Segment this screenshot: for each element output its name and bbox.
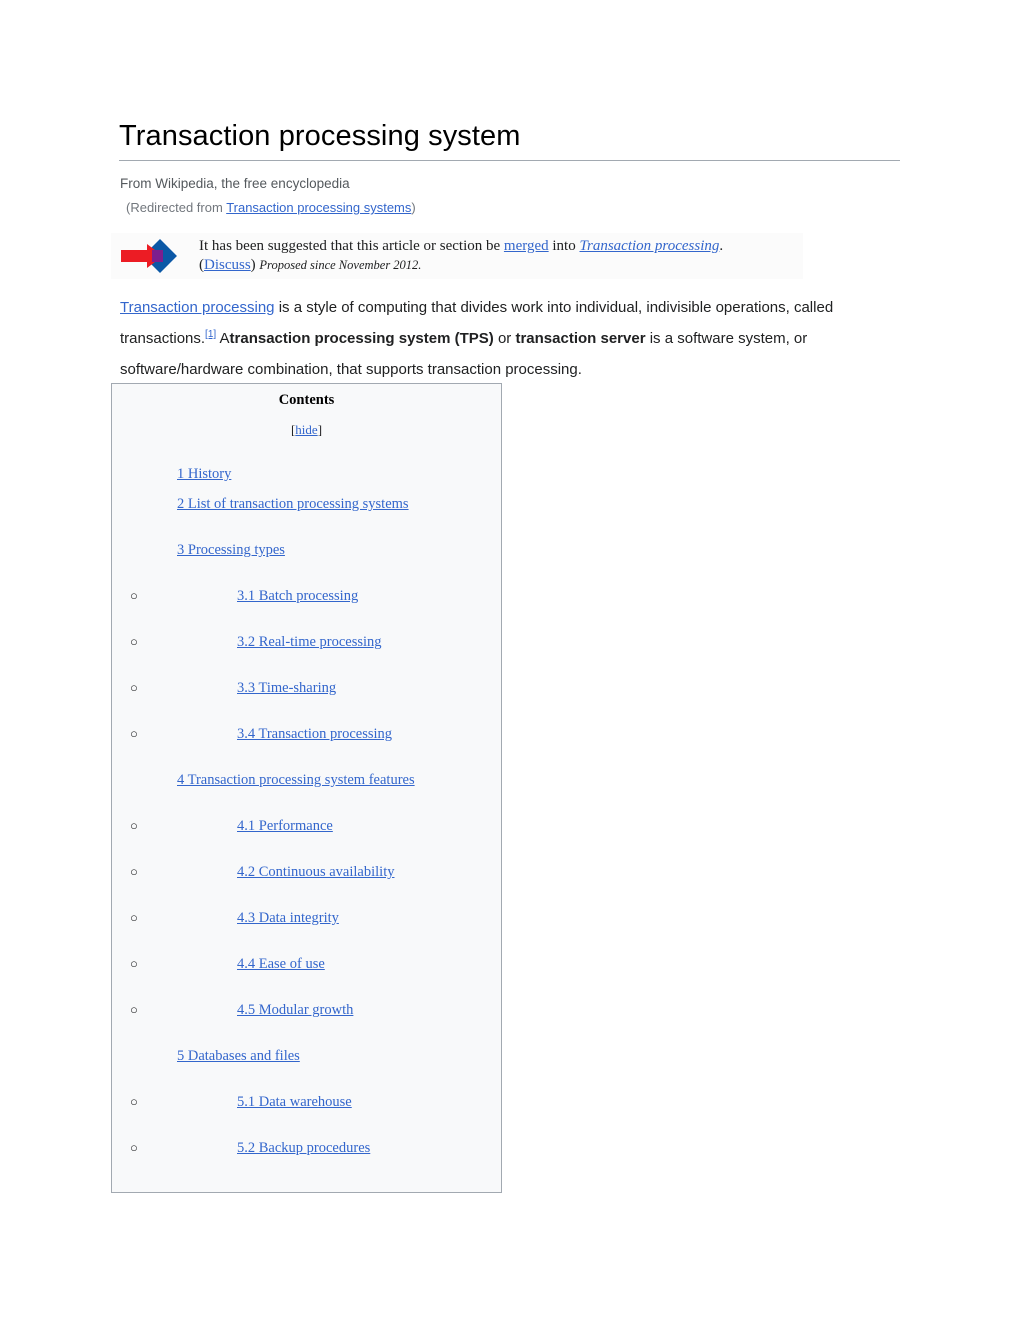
toc-link[interactable]: 3.3 Time-sharing [237,680,336,696]
toc-bullet-icon: ○ [130,1002,138,1017]
merge-text-part-2: into [548,238,580,254]
toc-bullet-icon: ○ [130,956,138,971]
toc-link[interactable]: 1 History [177,466,231,482]
toc-link[interactable]: 2 List of transaction processing systems [177,496,409,512]
page-title: Transaction processing system [119,120,521,152]
toc-item: ○ 4.3 Data integrity [112,903,501,933]
toc-bullet-icon: ○ [130,864,138,879]
lead-bold-transaction-server: transaction server [515,330,646,347]
toc-bullet-icon: ○ [130,1140,138,1155]
toc-item: ○ 4.4 Ease of use [112,949,501,979]
toc-item: ○ 3.3 Time-sharing [112,673,501,703]
toc-bullet-icon: ○ [130,818,138,833]
title-divider [119,160,900,161]
toc-link[interactable]: 4.2 Continuous availability [237,864,394,880]
merged-link[interactable]: merged [504,238,549,254]
toc-item: 3 Processing types [112,535,501,565]
toc-link[interactable]: 4.3 Data integrity [237,910,339,926]
toc-link[interactable]: 5 Databases and files [177,1048,300,1064]
discuss-link[interactable]: Discuss [204,257,251,273]
toc-toggle: [hide] [112,422,501,438]
toc-bullet-icon: ○ [130,588,138,603]
toc-bullet-icon: ○ [130,910,138,925]
toc-list: 1 History 2 List of transaction processin… [112,459,501,1163]
toc-item: 2 List of transaction processing systems [112,489,501,519]
toc-item: ○ 4.5 Modular growth [112,995,501,1025]
toc-link[interactable]: 3.1 Batch processing [237,588,358,604]
toc-link[interactable]: 4.1 Performance [237,818,333,834]
toc-item: 1 History [112,459,501,489]
toc-item: 4 Transaction processing system features [112,765,501,795]
redirect-source-link[interactable]: Transaction processing systems [226,200,411,215]
merge-overlap-shape [152,250,163,262]
merge-notice-line-1: It has been suggested that this article … [199,237,723,256]
toc-bullet-icon: ○ [130,680,138,695]
redirect-notice: (Redirected from Transaction processing … [126,199,416,216]
wikipedia-article-page: Transaction processing system From Wikip… [0,0,1020,1320]
merge-notice-line-2: (Discuss) Proposed since November 2012. [199,256,723,275]
toc-item: ○ 3.2 Real-time processing [112,627,501,657]
transaction-processing-target-link[interactable]: Transaction processing [579,238,719,254]
toc-item: ○ 5.2 Backup procedures [112,1133,501,1163]
toc-link[interactable]: 5.1 Data warehouse [237,1094,352,1110]
toc-bullet-icon: ○ [130,726,138,741]
toc-link[interactable]: 5.2 Backup procedures [237,1140,370,1156]
proposed-since-text: Proposed since November 2012. [259,258,422,272]
transaction-processing-link[interactable]: Transaction processing [120,299,275,316]
toc-hide-link[interactable]: hide [295,422,317,437]
toc-link[interactable]: 3.2 Real-time processing [237,634,382,650]
citation-link-1[interactable]: [1] [205,329,216,340]
toc-link[interactable]: 3.4 Transaction processing [237,726,392,742]
toc-heading: Contents [278,392,335,408]
citation-ref-1[interactable]: [1] [205,329,216,340]
toc-link[interactable]: 4 Transaction processing system features [177,772,415,788]
merge-arrow-icon [119,236,191,276]
toc-item: ○ 4.1 Performance [112,811,501,841]
lead-paragraph: Transaction processing is a style of com… [120,292,880,385]
toc-item: ○ 3.1 Batch processing [112,581,501,611]
merge-text-part-3: . [719,238,724,254]
toc-bullet-icon: ○ [130,634,138,649]
toc-item: ○ 4.2 Continuous availability [112,857,501,887]
toc-item: 5 Databases and files [112,1041,501,1071]
lead-text-3: or [493,330,516,347]
title-block: Transaction processing system [119,118,900,161]
redirect-prefix: (Redirected from [126,200,227,215]
toc-toggle-bracket-close: ] [317,422,323,437]
toc-item: ○ 3.4 Transaction processing [112,719,501,749]
table-of-contents: Contents [hide] 1 History 2 List of trans… [111,383,502,1193]
merge-notice-box: It has been suggested that this article … [111,233,803,279]
toc-link[interactable]: 4.4 Ease of use [237,956,325,972]
merge-notice-text: It has been suggested that this article … [191,237,723,275]
toc-link[interactable]: 3 Processing types [177,542,285,558]
toc-link[interactable]: 4.5 Modular growth [237,1002,353,1018]
merge-text-part-1: It has been suggested that this article … [199,238,504,254]
redirect-suffix: ) [411,200,416,215]
site-subtitle: From Wikipedia, the free encyclopedia [120,176,350,191]
lead-bold-tps: transaction processing system (TPS) [229,330,494,347]
toc-bullet-icon: ○ [130,1094,138,1109]
lead-text-2: A [216,330,230,347]
toc-item: ○ 5.1 Data warehouse [112,1087,501,1117]
